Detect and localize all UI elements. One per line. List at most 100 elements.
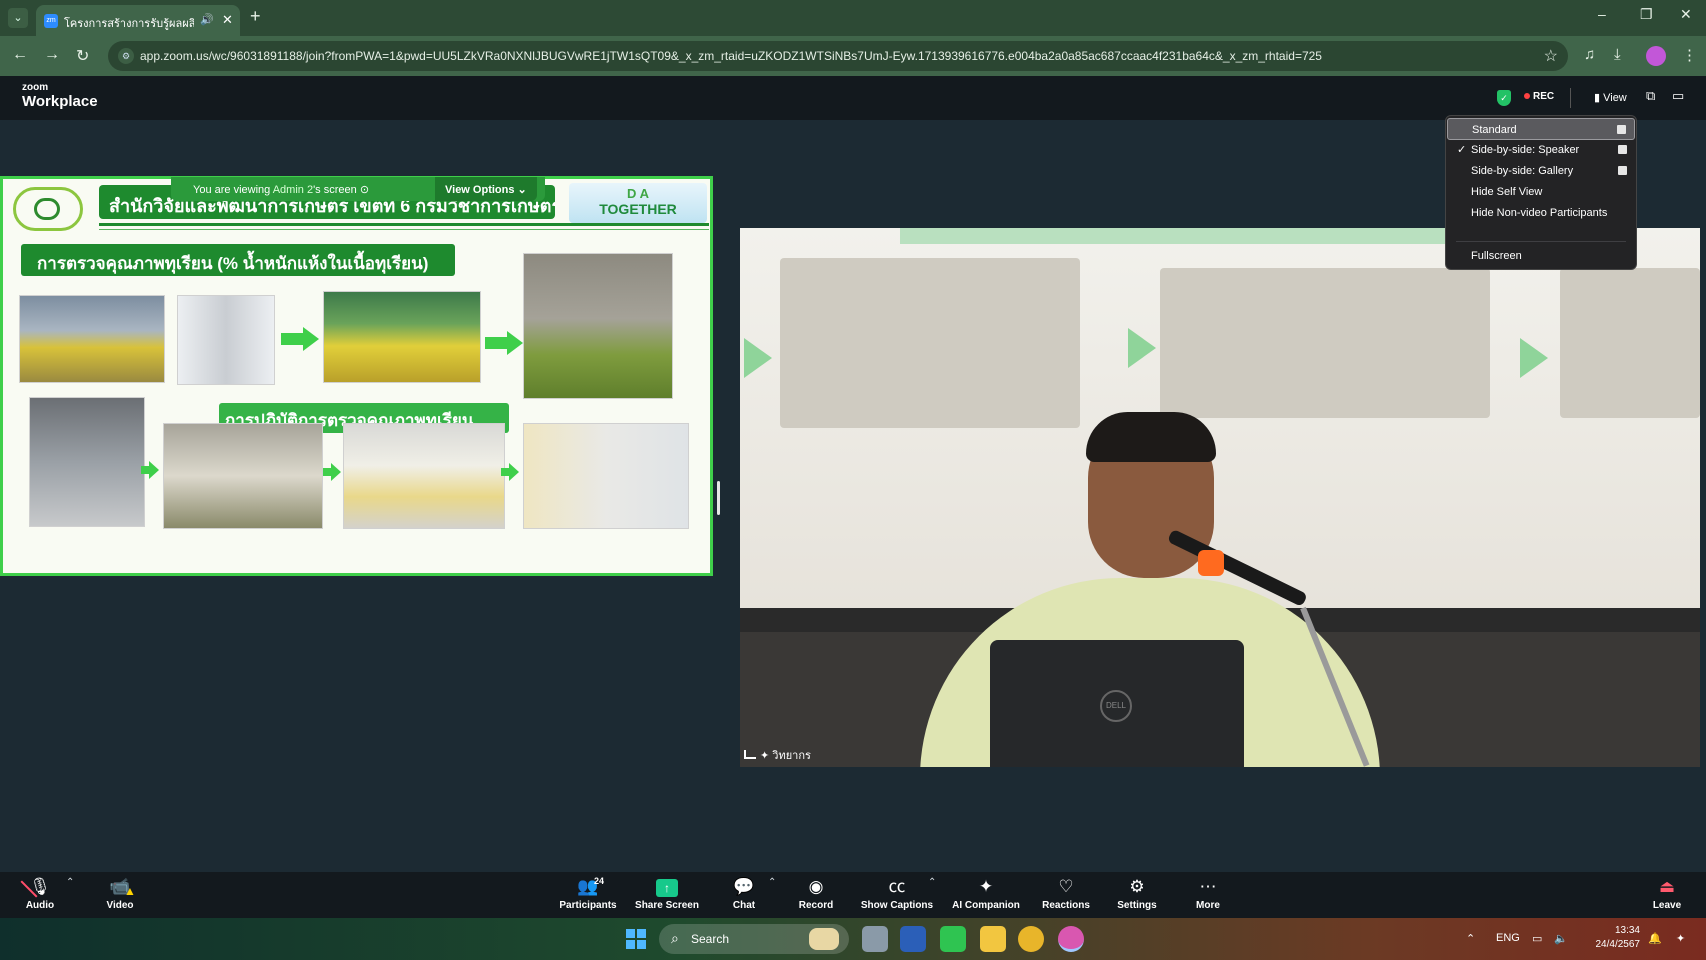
taskbar-clock[interactable]: 13:34 24/4/2567 xyxy=(1580,924,1641,952)
shared-screen: สำนักวิจัยและพัฒนาการเกษตร เขตที่ 6 กรมว… xyxy=(0,176,713,576)
participants-count: 24 xyxy=(594,876,605,886)
doa-together-logo: D A TOGETHER xyxy=(569,183,707,223)
bookmark-star-icon[interactable]: ☆ xyxy=(1544,46,1558,66)
volume-icon[interactable]: 🔈 xyxy=(1554,932,1568,945)
recording-indicator[interactable]: REC xyxy=(1524,91,1554,102)
view-menu-item-fullscreen[interactable]: Fullscreen xyxy=(1447,245,1635,267)
tab-title: โครงการสร้างการรับรู้ผลผลิตทุเรียน xyxy=(64,18,194,30)
header-divider xyxy=(1570,88,1571,108)
download-icon[interactable]: ⤓ xyxy=(1614,46,1621,63)
taskbar-search[interactable]: ⌕ Search xyxy=(659,924,849,954)
participants-icon: 👥 xyxy=(577,877,599,896)
more-button[interactable]: ⋯ More xyxy=(1168,876,1248,916)
reload-icon[interactable]: ↻ xyxy=(76,46,89,66)
windows-taskbar: ⌕ Search ⌃ ENG ▭ 🔈 13:34 24/4/2567 🔔 ✦ xyxy=(0,918,1706,960)
slide-photo-cutting xyxy=(29,397,145,527)
more-icon: ⋯ xyxy=(1199,877,1217,896)
file-explorer-icon[interactable] xyxy=(980,926,1006,952)
url-field[interactable]: ⚙ app.zoom.us/wc/96031891188/join?fromPW… xyxy=(108,41,1568,71)
slide-rule xyxy=(99,223,709,226)
slide-photo-samples xyxy=(343,423,505,529)
view-menu-item-hide-non-video[interactable]: Hide Non-video Participants xyxy=(1447,202,1635,224)
rec-dot-icon xyxy=(1524,93,1530,99)
chrome-icon[interactable] xyxy=(1018,926,1044,952)
signal-icon xyxy=(744,750,756,759)
forward-icon[interactable]: → xyxy=(44,46,60,64)
search-highlight-icon xyxy=(809,928,839,950)
slide-arrow-icon xyxy=(281,327,319,351)
word-icon[interactable] xyxy=(900,926,926,952)
language-indicator[interactable]: ENG xyxy=(1496,932,1520,944)
search-icon: ⌕ xyxy=(671,930,679,946)
speaker-name-tag: ✦ วิทยากร xyxy=(744,746,811,764)
view-menu-item-side-by-side-gallery[interactable]: Side-by-side: Gallery xyxy=(1447,160,1635,182)
line-icon[interactable] xyxy=(940,926,966,952)
view-menu-item-side-by-side-speaker[interactable]: ✓ Side-by-side: Speaker xyxy=(1447,139,1635,161)
view-menu-item-hide-self-view[interactable]: Hide Self View xyxy=(1447,181,1635,203)
security-shield-icon[interactable]: ✓ xyxy=(1497,90,1511,106)
fullscreen-icon[interactable]: ▭ xyxy=(1672,88,1684,104)
slide-arrow-icon xyxy=(323,463,341,481)
slide-arrow-icon xyxy=(141,461,159,479)
slide-photo-documents xyxy=(177,295,275,385)
slide-photo-inspection xyxy=(323,291,481,383)
zoom-logo: zoom Workplace xyxy=(22,82,98,111)
site-info-icon[interactable]: ⚙ xyxy=(118,48,134,64)
layout-icon xyxy=(1617,125,1626,134)
leave-icon: ⏏ xyxy=(1658,877,1676,896)
tray-expand-icon[interactable]: ⌃ xyxy=(1466,932,1475,945)
tab-close-icon[interactable]: ✕ xyxy=(222,12,233,28)
view-options-button[interactable]: View Options ⌄ xyxy=(435,177,537,201)
show-captions-button[interactable]: ㏄ Show Captions xyxy=(857,876,937,916)
chrome-profile-icon[interactable] xyxy=(1058,926,1084,952)
media-icon[interactable]: ♫ xyxy=(1584,46,1595,63)
view-menu: Standard ✓ Side-by-side: Speaker Side-by… xyxy=(1445,115,1637,270)
windows-start-icon[interactable] xyxy=(626,929,646,949)
view-menu-item-standard[interactable]: Standard xyxy=(1447,118,1635,140)
layout-icon xyxy=(1618,145,1627,154)
leave-button[interactable]: ⏏ Leave xyxy=(1632,876,1702,916)
pip-icon[interactable]: ⧉ xyxy=(1646,88,1655,104)
menu-icon[interactable]: ⋮ xyxy=(1682,46,1697,64)
warning-icon: ▲ xyxy=(124,884,136,898)
slide-photo-results xyxy=(523,423,689,529)
new-tab-icon[interactable]: + xyxy=(250,6,261,27)
browser-tab-active[interactable]: zm โครงการสร้างการรับรู้ผลผลิตทุเรียน 🔊 … xyxy=(36,5,240,36)
slide-photo-warehouse xyxy=(19,295,165,383)
speaker-video[interactable]: DELL ✦ วิทยากร xyxy=(740,228,1700,767)
task-view-icon[interactable] xyxy=(862,926,888,952)
reactions-button[interactable]: ♡ Reactions xyxy=(1026,876,1106,916)
share-screen-button[interactable]: ↑ Share Screen xyxy=(627,876,707,916)
tab-search-icon[interactable]: ⌄ xyxy=(8,8,28,28)
meeting-toolbar: 🎙 Audio ⌃ 📹 ▲ Video 👥 24 Participants ↑ … xyxy=(0,872,1706,918)
participants-button[interactable]: 👥 24 Participants xyxy=(548,876,628,916)
copilot-icon[interactable]: ✦ xyxy=(1676,932,1685,945)
profile-icon[interactable] xyxy=(1646,46,1666,66)
notifications-icon[interactable]: 🔔 xyxy=(1648,932,1662,945)
audio-options-caret-icon[interactable]: ⌃ xyxy=(66,877,74,888)
tab-audio-icon[interactable]: 🔊 xyxy=(200,13,214,26)
sparkle-icon: ✦ xyxy=(978,877,994,896)
gear-icon: ⚙ xyxy=(1129,877,1145,896)
window-close-icon[interactable]: ✕ xyxy=(1680,6,1692,23)
laptop: DELL xyxy=(990,640,1244,767)
video-button[interactable]: 📹 ▲ Video xyxy=(80,876,160,916)
doa-anniversary-logo xyxy=(13,187,83,231)
url-text: app.zoom.us/wc/96031891188/join?fromPWA=… xyxy=(140,49,1322,63)
network-icon[interactable]: ▭ xyxy=(1532,932,1542,945)
layout-icon xyxy=(1618,166,1627,175)
record-button[interactable]: ◉ Record xyxy=(776,876,856,916)
restore-icon[interactable]: ❐ xyxy=(1640,6,1653,23)
zoom-header: zoom Workplace ✓ REC ▮ View ⧉ ▭ xyxy=(0,76,1706,120)
pin-icon: ✦ xyxy=(760,750,773,762)
captions-options-caret-icon[interactable]: ⌃ xyxy=(928,877,936,888)
back-icon[interactable]: ← xyxy=(12,46,28,64)
ai-companion-button[interactable]: ✦ AI Companion xyxy=(946,876,1026,916)
view-button[interactable]: ▮ View xyxy=(1594,91,1627,104)
browser-address-bar: ← → ↻ ⚙ app.zoom.us/wc/96031891188/join?… xyxy=(0,36,1706,76)
slide-section-heading-1: การตรวจคุณภาพทุเรียน (% น้ำหนักแห้งในเนื… xyxy=(21,244,455,276)
record-icon: ◉ xyxy=(808,877,824,896)
minimize-icon[interactable]: – xyxy=(1598,6,1606,22)
settings-button[interactable]: ⚙ Settings xyxy=(1097,876,1177,916)
split-resize-handle[interactable] xyxy=(717,481,720,515)
